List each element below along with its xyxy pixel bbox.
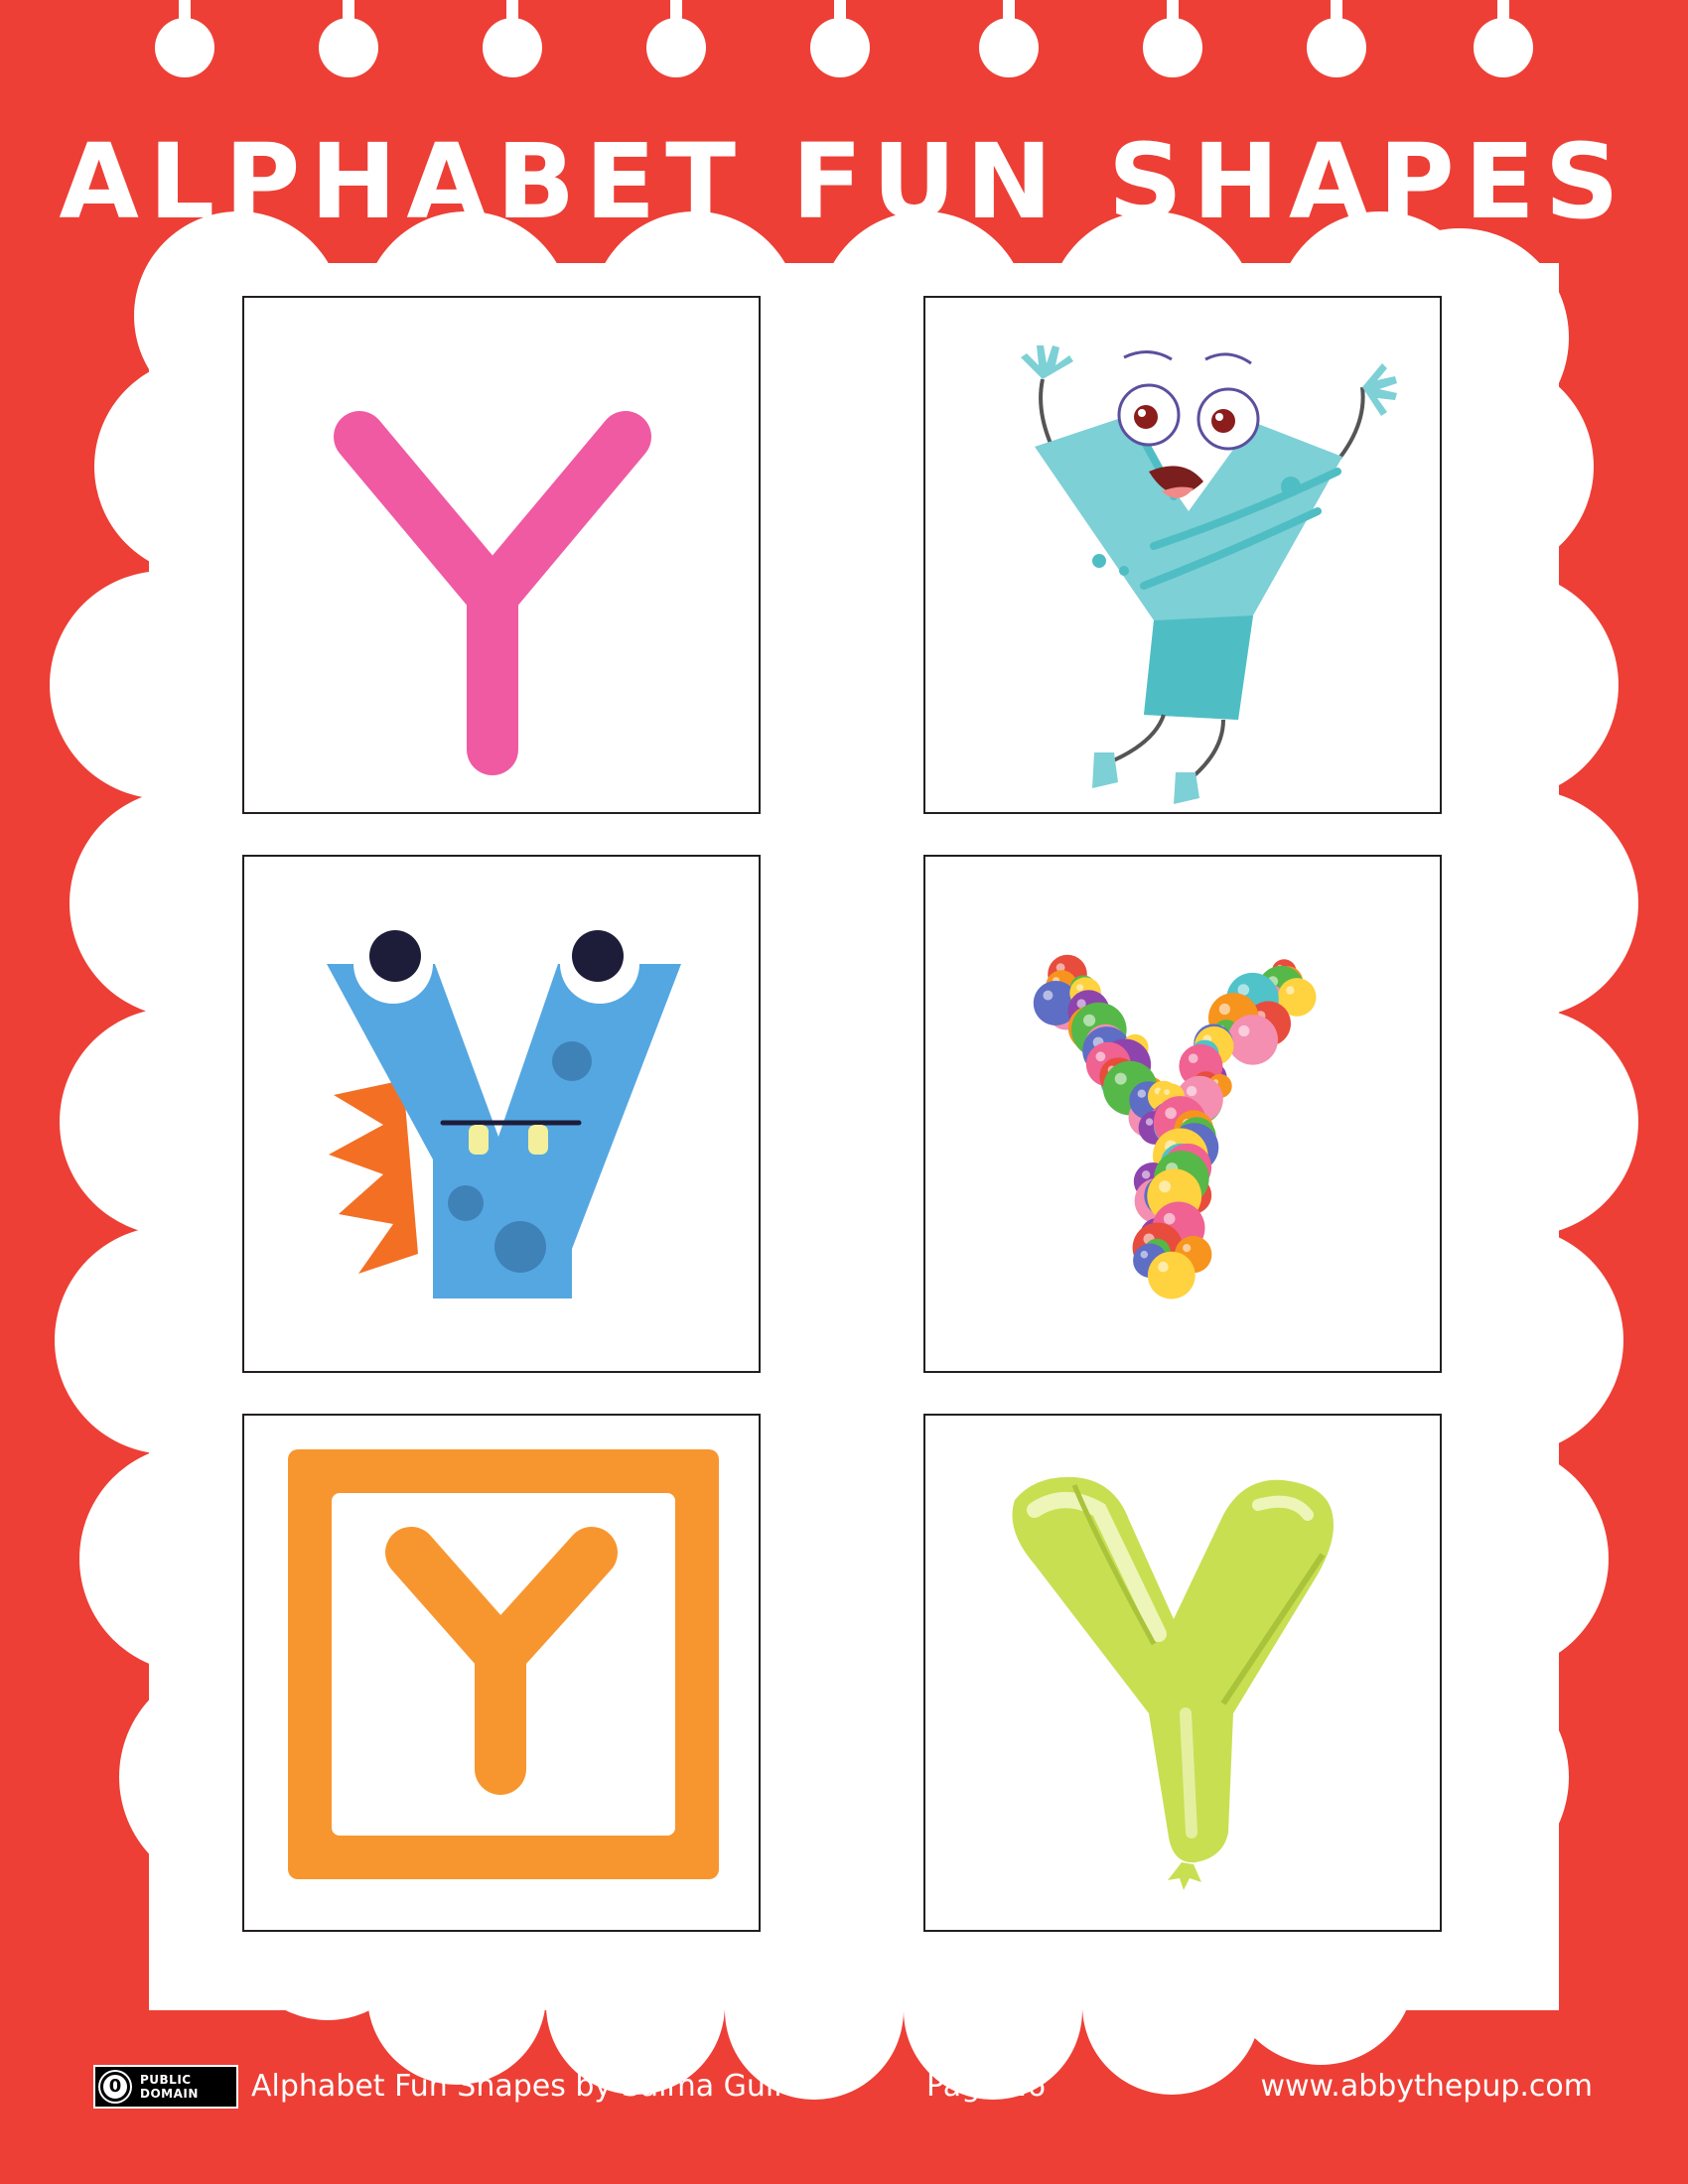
balloon-highlight <box>1076 984 1084 992</box>
balloon-highlight <box>1095 1051 1106 1062</box>
balloon-highlight <box>1158 1261 1169 1273</box>
letter-card-5 <box>242 1414 761 1932</box>
letter-card-3 <box>242 855 761 1373</box>
letter-card-4 <box>923 855 1442 1373</box>
balloon <box>1147 1251 1196 1299</box>
page-title: ALPHABET FUN SHAPES <box>59 121 1629 242</box>
balloon-highlight <box>1141 1170 1151 1179</box>
letter-y-balloon-cluster-illustration <box>1033 954 1317 1299</box>
letter-y-block-illustration <box>288 1449 719 1879</box>
balloon-highlight <box>1183 1244 1192 1253</box>
letter-y-inflatable-illustration <box>1012 1476 1334 1890</box>
balloon-highlight <box>1114 1072 1127 1085</box>
footer-page-number: Page 26 <box>926 2069 1047 2104</box>
public-domain-badge-text: PUBLIC DOMAIN <box>140 2073 199 2101</box>
letter-card-6 <box>923 1414 1442 1932</box>
balloon-highlight <box>1286 986 1295 995</box>
footer-website-link[interactable]: www.abbythepup.com <box>1260 2065 1593 2109</box>
balloon-highlight <box>1043 990 1054 1001</box>
balloon-highlight <box>1218 1003 1230 1016</box>
letter-card-1 <box>242 296 761 814</box>
balloon-highlight <box>1165 1107 1177 1120</box>
balloon-highlight <box>1164 1089 1170 1095</box>
letter-y-character-illustration <box>1021 345 1397 804</box>
letter-y-plain-illustration <box>334 411 651 775</box>
footer-credit: Alphabet Fun Shapes by Salma Gull <box>251 2069 782 2104</box>
public-domain-zero-icon: 0 <box>100 2072 130 2102</box>
balloon-highlight <box>1238 1024 1250 1037</box>
balloon-highlight <box>1140 1250 1149 1259</box>
binder-rings <box>155 0 1533 77</box>
balloon <box>1227 1015 1278 1065</box>
balloon-highlight <box>1188 1053 1198 1063</box>
balloon-highlight <box>1163 1212 1176 1225</box>
public-domain-badge: 0 PUBLIC DOMAIN <box>93 2065 238 2109</box>
letter-y-monster-illustration <box>327 924 681 1298</box>
balloon-highlight <box>1145 1118 1154 1126</box>
balloon-highlight <box>1137 1089 1146 1098</box>
balloon-highlight <box>1159 1180 1172 1193</box>
balloon-highlight <box>1083 1014 1096 1026</box>
balloon-highlight <box>1186 1085 1197 1097</box>
letter-card-2 <box>923 296 1442 814</box>
